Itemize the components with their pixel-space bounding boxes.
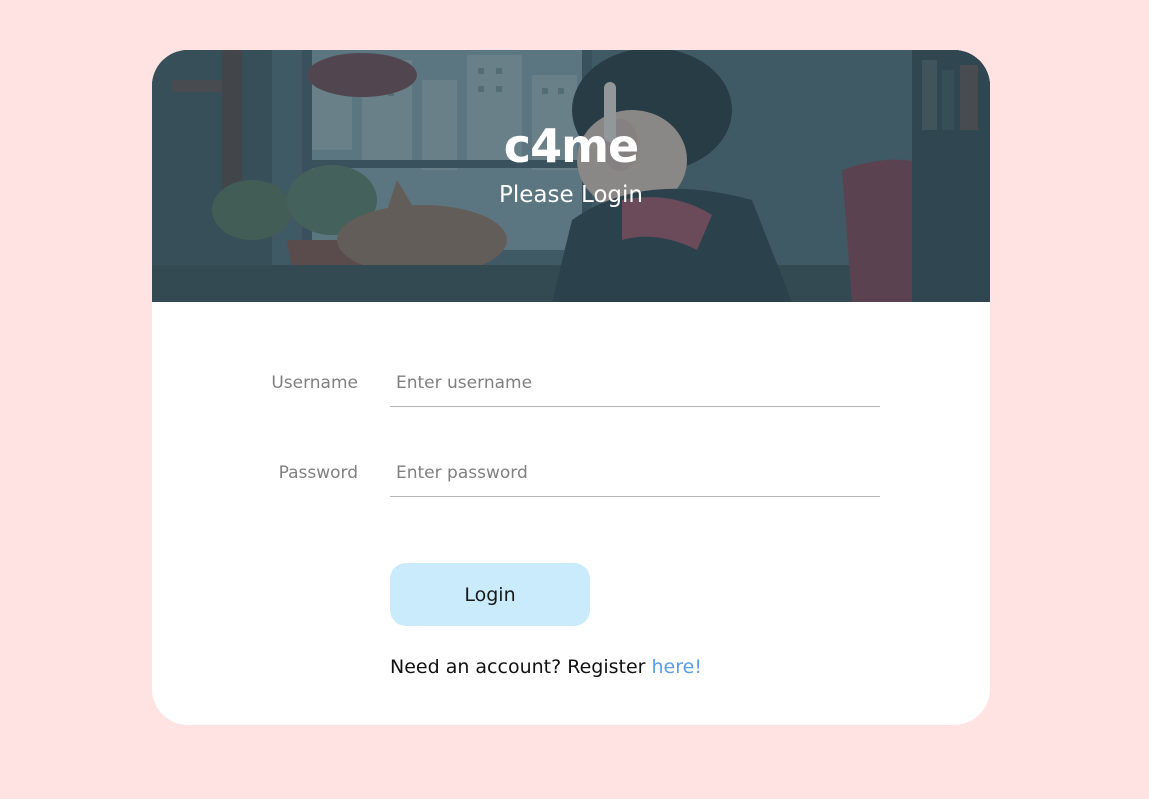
username-input[interactable] — [390, 359, 880, 407]
register-prompt: Need an account? Register here! — [390, 654, 702, 680]
header-banner: c4me Please Login — [152, 50, 990, 302]
password-input[interactable] — [390, 449, 880, 497]
login-button[interactable]: Login — [390, 563, 590, 626]
password-label: Password — [278, 463, 358, 483]
login-subtitle: Please Login — [499, 182, 643, 208]
login-card: c4me Please Login Username Password Logi… — [152, 50, 990, 725]
register-link[interactable]: here! — [652, 656, 702, 678]
register-prompt-text: Need an account? Register — [390, 656, 646, 678]
username-label: Username — [271, 373, 358, 393]
banner-overlay — [152, 50, 990, 302]
brand-title: c4me — [503, 119, 639, 173]
